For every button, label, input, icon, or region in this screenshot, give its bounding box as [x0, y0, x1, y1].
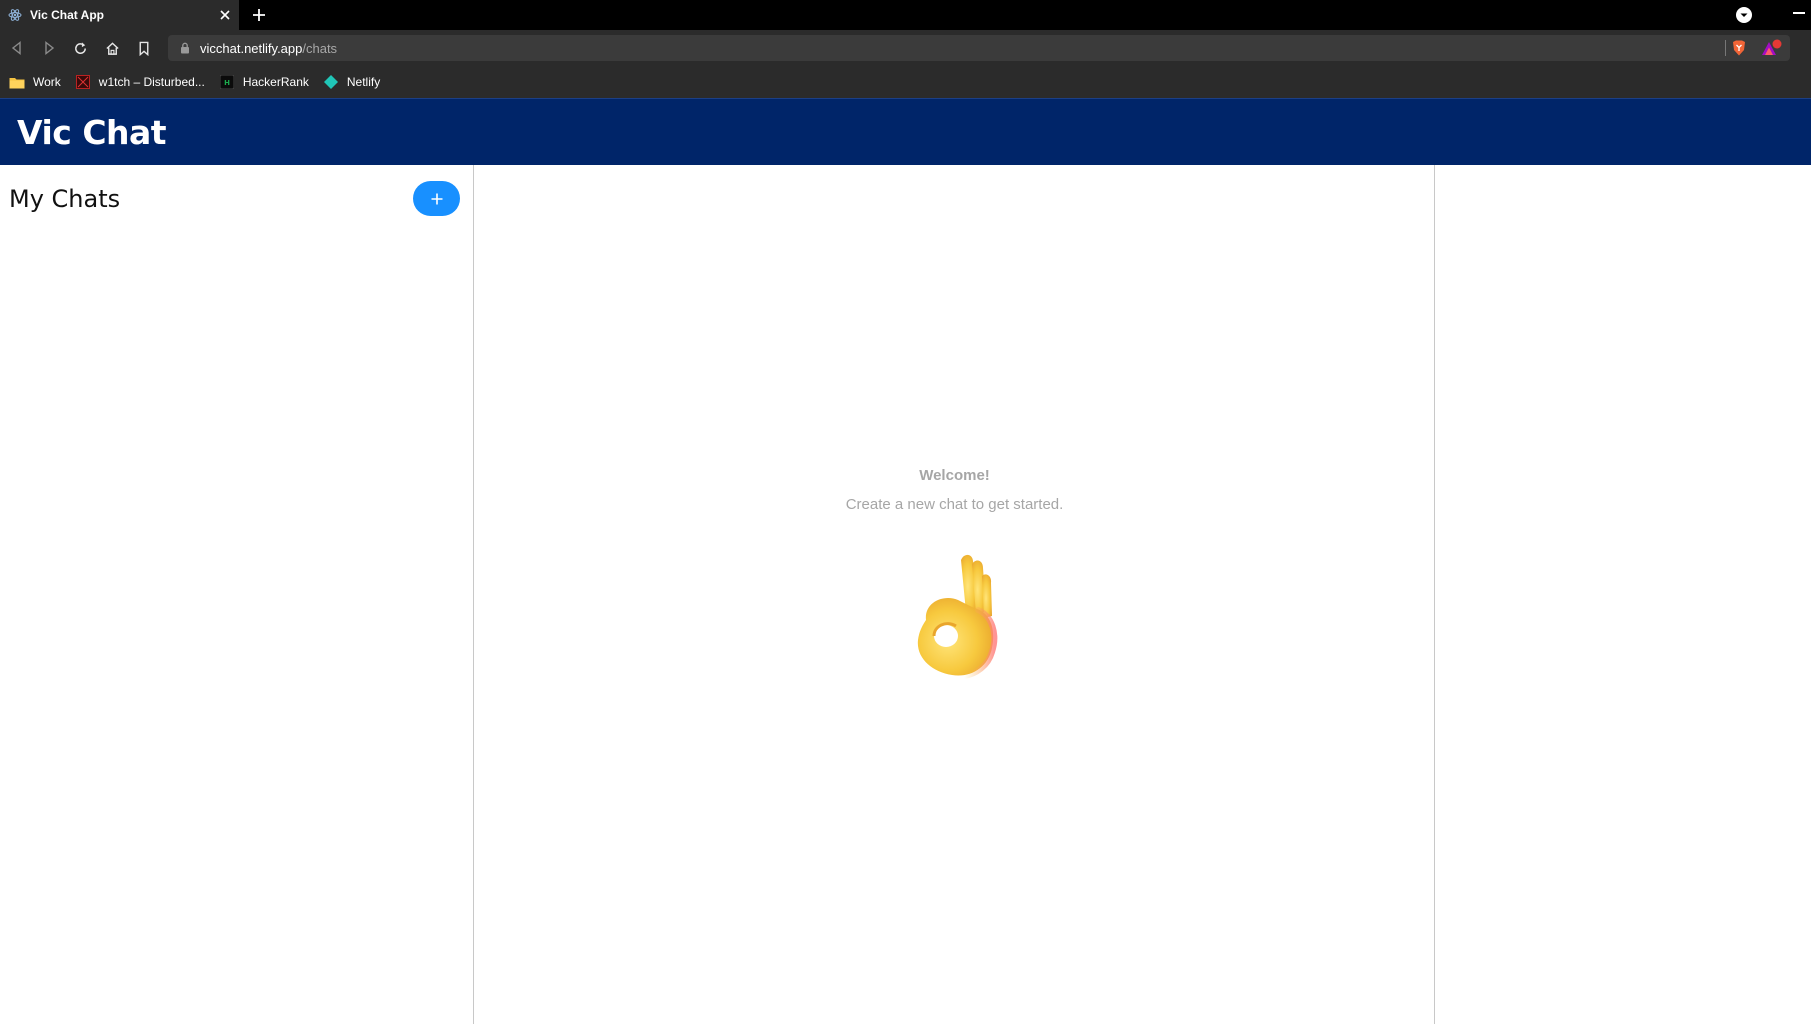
netlify-icon: [323, 75, 339, 89]
app-title: Vic Chat: [17, 112, 167, 152]
home-icon[interactable]: [103, 39, 121, 57]
app-header: Vic Chat: [0, 98, 1811, 165]
bookmark-icon[interactable]: [135, 39, 153, 57]
brave-rewards-icon[interactable]: [1760, 39, 1782, 57]
brave-shields-icon[interactable]: [1730, 39, 1748, 57]
w1tch-icon: [75, 75, 91, 89]
forward-icon[interactable]: [40, 39, 58, 57]
lock-icon: [181, 42, 189, 54]
url-host: vicchat.netlify.app: [200, 40, 303, 56]
url-text: vicchat.netlify.app/chats: [200, 41, 337, 56]
hackerrank-icon: H: [219, 75, 235, 89]
bookmark-label: HackerRank: [242, 75, 309, 89]
plus-icon: [431, 193, 442, 204]
folder-icon: [9, 75, 25, 89]
new-tab-button[interactable]: [250, 6, 268, 24]
window-controls: [1735, 0, 1811, 30]
minimize-button[interactable]: [1793, 12, 1805, 14]
ok-hand-icon: [917, 554, 998, 679]
url-divider: [1725, 40, 1726, 56]
tab-search-icon[interactable]: [1735, 6, 1753, 24]
browser-toolbar: vicchat.netlify.app/chats: [0, 30, 1811, 66]
bookmark-netlify[interactable]: Netlify: [323, 72, 380, 92]
react-icon: [8, 8, 22, 22]
address-bar[interactable]: vicchat.netlify.app/chats: [168, 35, 1790, 61]
bookmark-w1tch[interactable]: w1tch – Disturbed...: [75, 72, 205, 92]
tab-title: Vic Chat App: [30, 8, 105, 22]
welcome-title: Welcome!: [919, 467, 990, 484]
bookmark-label: Netlify: [346, 75, 381, 89]
chat-main: Welcome! Create a new chat to get starte…: [474, 165, 1435, 1024]
bookmark-hackerrank[interactable]: H HackerRank: [219, 72, 309, 92]
bookmark-work[interactable]: Work: [9, 72, 61, 92]
close-icon[interactable]: [217, 7, 233, 23]
bookmark-label: w1tch – Disturbed...: [98, 75, 205, 89]
url-path: /chats: [302, 40, 338, 56]
add-chat-button[interactable]: [413, 181, 460, 216]
reload-icon[interactable]: [71, 39, 89, 57]
back-icon[interactable]: [8, 39, 26, 57]
chat-sidebar: My Chats: [0, 165, 474, 1024]
bookmarks-bar: Work w1tch – Disturbed... H HackerRank N…: [0, 66, 1811, 98]
browser-tab-bar: Vic Chat App: [0, 0, 1811, 30]
chat-details-panel: [1435, 165, 1811, 1024]
bookmark-label: Work: [33, 75, 61, 89]
browser-tab[interactable]: Vic Chat App: [0, 0, 239, 30]
sidebar-title: My Chats: [9, 185, 121, 213]
svg-text:H: H: [224, 79, 230, 87]
welcome-subtitle: Create a new chat to get started.: [845, 496, 1064, 513]
